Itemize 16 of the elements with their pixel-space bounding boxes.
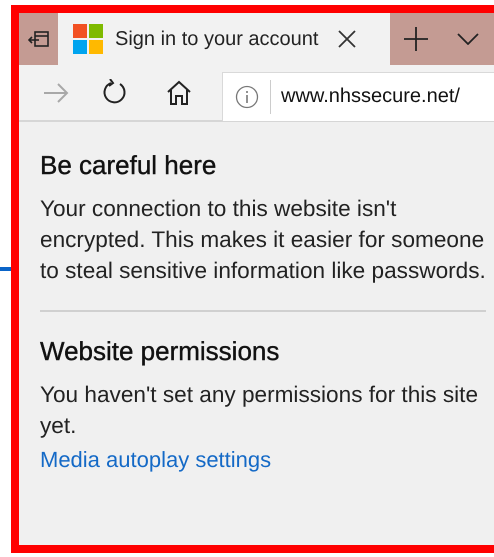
- section-heading: Website permissions: [40, 336, 280, 367]
- tab-title: Sign in to your account: [115, 28, 318, 50]
- address-field[interactable]: www.nhssecure.net/: [222, 72, 494, 120]
- browser-tab[interactable]: Sign in to your account: [58, 13, 390, 65]
- chevron-down-icon: [457, 33, 479, 45]
- settings-link[interactable]: Media autoplay settings: [40, 447, 272, 473]
- plus-icon: [404, 27, 428, 51]
- tabs-aside-icon: [28, 30, 50, 48]
- url-text: www.nhssecure.net/: [281, 85, 460, 108]
- section-text: Your connection to this website isn't encrypted. This makes it easier for someone to steal sensitive information like passwords.: [40, 195, 486, 285]
- section-text: You haven't set any permissions for this site yet.: [40, 381, 480, 440]
- info-icon: [235, 84, 259, 108]
- windows-logo-icon: [73, 24, 103, 54]
- section-heading: Be careful here: [40, 150, 218, 181]
- home-icon: [165, 78, 193, 106]
- close-icon: [338, 30, 356, 48]
